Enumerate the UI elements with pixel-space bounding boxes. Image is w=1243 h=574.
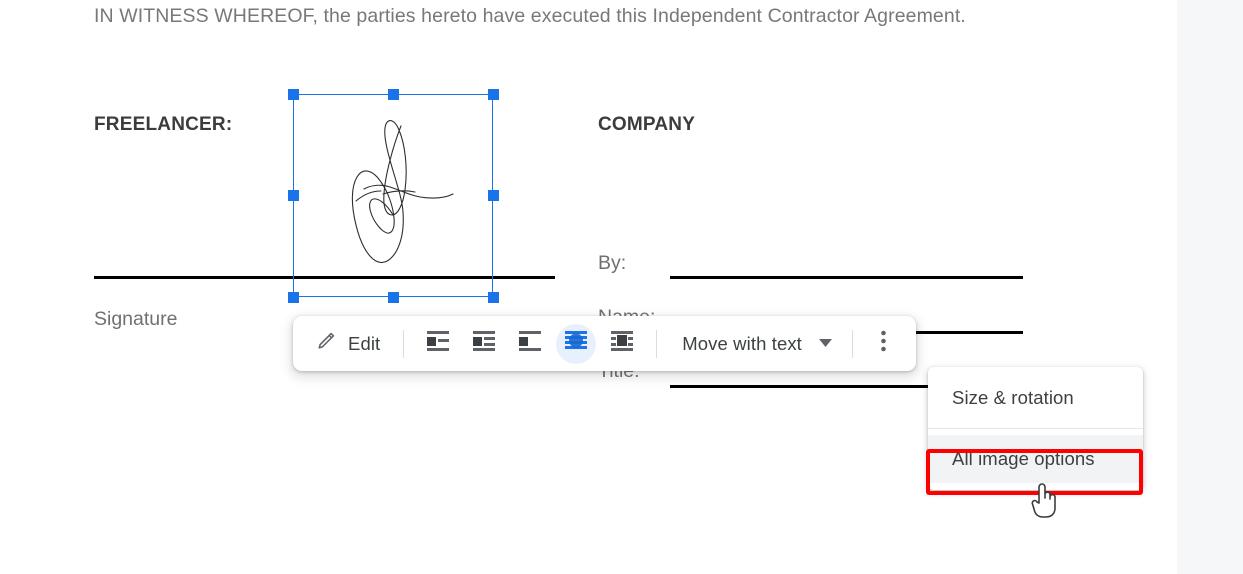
company-heading: COMPANY	[598, 114, 696, 135]
image-overflow-menu: Size & rotation All image options	[928, 367, 1143, 490]
menu-item-size-rotation[interactable]: Size & rotation	[928, 374, 1143, 422]
wrap-text-icon	[472, 330, 496, 357]
resize-handle-bottom-right[interactable]	[487, 291, 499, 303]
position-select[interactable]: Move with text	[668, 324, 841, 364]
toolbar-divider-1	[403, 329, 405, 358]
resize-handle-middle-left[interactable]	[287, 189, 299, 201]
edit-image-label: Edit	[348, 332, 381, 354]
app-root: IN WITNESS WHEREOF, the parties hereto h…	[0, 0, 1243, 574]
three-dots-vertical-icon	[881, 330, 887, 357]
menu-item-all-image-options[interactable]: All image options	[928, 435, 1143, 483]
chevron-down-icon	[818, 335, 833, 353]
toolbar-divider-3	[851, 329, 853, 358]
by-label: By:	[598, 252, 627, 274]
edit-image-button[interactable]: Edit	[305, 324, 392, 364]
resize-handle-bottom-left[interactable]	[287, 291, 299, 303]
wrap-inline-button[interactable]	[418, 324, 458, 364]
toolbar-divider-2	[656, 329, 658, 358]
resize-handle-top-right[interactable]	[487, 88, 499, 100]
in-front-of-text-button[interactable]	[602, 324, 642, 364]
behind-text-icon	[564, 330, 588, 357]
position-select-value: Move with text	[682, 332, 802, 354]
signature-label: Signature	[94, 308, 178, 330]
menu-divider	[928, 428, 1143, 429]
break-text-icon	[518, 330, 542, 357]
by-underline	[670, 276, 1023, 279]
freelancer-heading: FREELANCER:	[94, 114, 233, 135]
resize-handle-top-left[interactable]	[287, 88, 299, 100]
wrap-text-button[interactable]	[464, 324, 504, 364]
image-toolbar: Edit Move with text	[293, 316, 916, 371]
page-gutter	[1177, 0, 1243, 574]
resize-handle-top-center[interactable]	[387, 88, 399, 100]
selection-frame	[293, 94, 493, 297]
wrap-inline-icon	[426, 330, 450, 357]
witness-paragraph: IN WITNESS WHEREOF, the parties hereto h…	[94, 5, 966, 27]
behind-text-button[interactable]	[556, 323, 597, 364]
break-text-button[interactable]	[510, 324, 550, 364]
pencil-icon	[315, 330, 337, 357]
resize-handle-middle-right[interactable]	[487, 189, 499, 201]
in-front-of-text-icon	[610, 330, 634, 357]
signature-image-selection[interactable]	[287, 88, 499, 303]
resize-handle-bottom-center[interactable]	[387, 291, 399, 303]
more-image-options-button[interactable]	[864, 324, 904, 364]
